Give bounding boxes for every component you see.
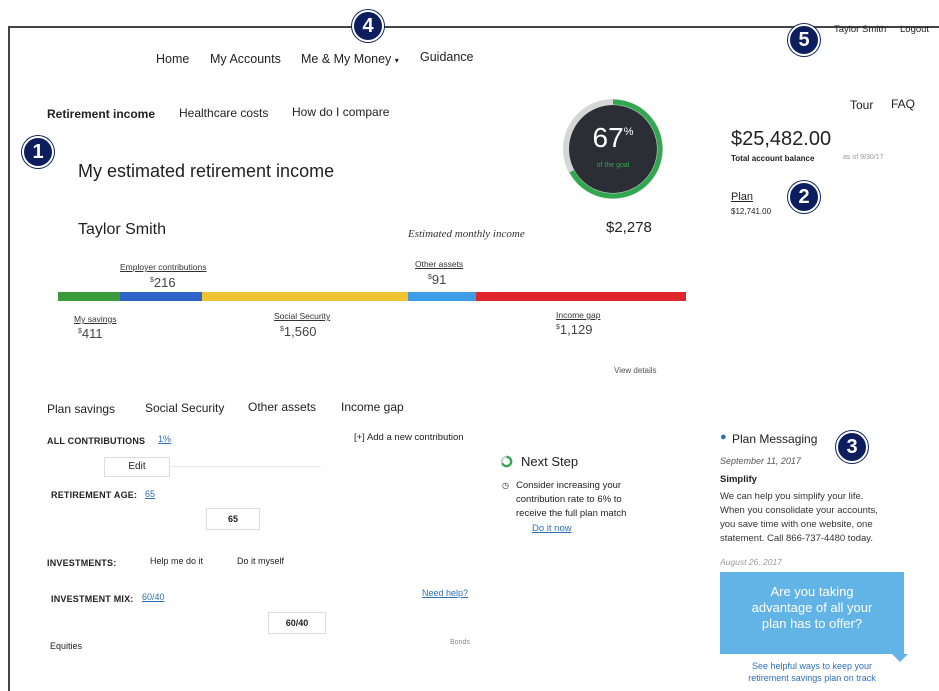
social-security-amount: $1,560 bbox=[280, 324, 316, 339]
promo-link-line: retirement savings plan on track bbox=[748, 673, 876, 683]
nav-me-my-money[interactable]: Me & My Money ▾ bbox=[301, 52, 399, 66]
message-line: When you consolidate your accounts, bbox=[720, 505, 878, 516]
income-gap-link[interactable]: Income gap bbox=[556, 310, 600, 320]
edit-button[interactable]: Edit bbox=[104, 457, 170, 477]
callout-badge-5: 5 bbox=[788, 24, 820, 56]
gauge-number: 67 bbox=[592, 122, 624, 153]
view-details-link[interactable]: View details bbox=[614, 366, 657, 375]
user-name[interactable]: Taylor Smith bbox=[834, 24, 886, 35]
next-step-text: Consider increasing your contribution ra… bbox=[516, 479, 626, 521]
promo-line: advantage of all your bbox=[751, 600, 873, 615]
contributions-value[interactable]: 1% bbox=[158, 434, 171, 444]
contribution-slider-track[interactable] bbox=[172, 466, 322, 467]
gauge-unit: % bbox=[623, 126, 634, 138]
bar-segment-income-gap bbox=[476, 292, 686, 301]
callout-badge-4: 4 bbox=[352, 10, 384, 42]
promo-line: plan has to offer? bbox=[761, 616, 863, 631]
savings-amount-value: 411 bbox=[81, 326, 103, 341]
faq-link[interactable]: FAQ bbox=[891, 97, 915, 111]
next-step-line: Consider increasing your bbox=[516, 480, 622, 491]
goal-gauge: 67% of the goal bbox=[560, 96, 666, 202]
promo-link-line: See helpful ways to keep your bbox=[751, 661, 873, 671]
investment-mix-field[interactable]: 60/40 bbox=[268, 612, 326, 634]
gap-amount-value: 1,129 bbox=[559, 322, 593, 337]
person-name: Taylor Smith bbox=[78, 221, 167, 238]
need-help-link[interactable]: Need help? bbox=[422, 588, 468, 598]
total-balance-label: Total account balance bbox=[731, 154, 815, 163]
other-assets-link[interactable]: Other assets bbox=[415, 259, 463, 269]
my-savings-amount: $411 bbox=[78, 326, 103, 341]
next-step-title: Next Step bbox=[521, 454, 579, 469]
bar-segment-social-security bbox=[202, 292, 408, 301]
plan-value: $12,741.00 bbox=[731, 207, 772, 216]
employer-contributions-link[interactable]: Employer contributions bbox=[120, 262, 206, 272]
plan-link[interactable]: Plan bbox=[731, 191, 753, 203]
promo-line: Are you taking bbox=[770, 584, 854, 599]
add-contribution-link[interactable]: [+] Add a new contribution bbox=[354, 432, 464, 443]
do-it-myself-option[interactable]: Do it myself bbox=[237, 556, 284, 566]
chevron-down-icon: ▾ bbox=[394, 56, 399, 65]
other-amount-value: 91 bbox=[431, 272, 447, 287]
do-it-now-link[interactable]: Do it now bbox=[532, 523, 572, 534]
gauge-subtitle: of the goal bbox=[596, 162, 630, 169]
tab-other-assets[interactable]: Other assets bbox=[248, 400, 316, 414]
callout-badge-3: 3 bbox=[836, 431, 868, 463]
message-line: statement. Call 866-737-4480 today. bbox=[720, 533, 873, 544]
nav-me-my-money-label: Me & My Money bbox=[301, 52, 392, 66]
bonds-label: Bonds bbox=[450, 639, 470, 646]
next-step-line: contribution rate to 6% to bbox=[516, 494, 622, 505]
callout-badge-2: 2 bbox=[788, 181, 820, 213]
investments-heading: INVESTMENTS: bbox=[47, 558, 117, 568]
income-gap-amount: $1,129 bbox=[556, 322, 592, 337]
promo-banner[interactable]: Are you taking advantage of all your pla… bbox=[720, 572, 908, 662]
help-me-do-it-option[interactable]: Help me do it bbox=[150, 556, 203, 566]
bar-segment-savings bbox=[58, 292, 120, 301]
next-step-line: receive the full plan match bbox=[516, 508, 627, 519]
balance-date: as of 9/30/17 bbox=[843, 154, 884, 161]
employer-contributions-amount: $216 bbox=[150, 275, 176, 290]
tab-income-gap[interactable]: Income gap bbox=[341, 400, 404, 414]
gauge-value: 67% bbox=[560, 122, 666, 154]
page-title: My estimated retirement income bbox=[78, 161, 335, 181]
bar-segment-employer bbox=[120, 292, 202, 301]
subnav-how-do-i-compare[interactable]: How do I compare bbox=[292, 105, 389, 119]
message-line: you save time with one website, one bbox=[720, 519, 873, 530]
message-line: We can help you simplify your life. bbox=[720, 491, 864, 502]
social-security-link[interactable]: Social Security bbox=[274, 311, 330, 321]
total-balance-value: $25,482.00 bbox=[731, 128, 832, 150]
monthly-income-label: Estimated monthly income bbox=[408, 228, 525, 240]
tab-plan-savings[interactable]: Plan savings bbox=[47, 402, 115, 416]
retirement-age-heading: RETIREMENT AGE: bbox=[51, 490, 138, 500]
progress-ring-icon bbox=[500, 455, 513, 468]
retirement-age-value[interactable]: 65 bbox=[145, 489, 155, 499]
nav-my-accounts[interactable]: My Accounts bbox=[210, 52, 281, 66]
my-savings-link[interactable]: My savings bbox=[74, 314, 117, 324]
plan-messaging-title: Plan Messaging bbox=[732, 432, 818, 446]
monthly-income-value: $2,278 bbox=[606, 219, 652, 236]
tab-social-security[interactable]: Social Security bbox=[145, 401, 224, 415]
nav-guidance[interactable]: Guidance bbox=[420, 50, 474, 64]
nav-home[interactable]: Home bbox=[156, 52, 189, 66]
promo-link[interactable]: See helpful ways to keep your retirement… bbox=[724, 660, 900, 684]
other-assets-amount: $91 bbox=[428, 272, 446, 287]
investment-mix-value[interactable]: 60/40 bbox=[142, 592, 165, 602]
message-body: We can help you simplify your life. When… bbox=[720, 490, 878, 546]
equities-label: Equities bbox=[50, 641, 83, 651]
subnav-healthcare-costs[interactable]: Healthcare costs bbox=[179, 106, 268, 120]
investment-mix-heading: INVESTMENT MIX: bbox=[51, 594, 134, 604]
message-date: September 11, 2017 bbox=[720, 456, 801, 466]
clock-icon: ◷ bbox=[502, 481, 509, 490]
logout-link[interactable]: Logout bbox=[900, 24, 929, 35]
retirement-age-field[interactable]: 65 bbox=[206, 508, 260, 530]
social-amount-value: 1,560 bbox=[283, 324, 317, 339]
chat-bubble-icon: ● bbox=[720, 431, 727, 443]
bar-segment-other-assets bbox=[408, 292, 476, 301]
callout-badge-1: 1 bbox=[22, 136, 54, 168]
tour-link[interactable]: Tour bbox=[850, 98, 873, 112]
message-date-2: August 26, 2017 bbox=[720, 557, 782, 567]
employer-amount-value: 216 bbox=[153, 275, 176, 290]
contributions-heading: ALL CONTRIBUTIONS bbox=[47, 436, 146, 446]
message-heading: Simplify bbox=[720, 474, 757, 485]
subnav-retirement-income[interactable]: Retirement income bbox=[47, 107, 155, 121]
